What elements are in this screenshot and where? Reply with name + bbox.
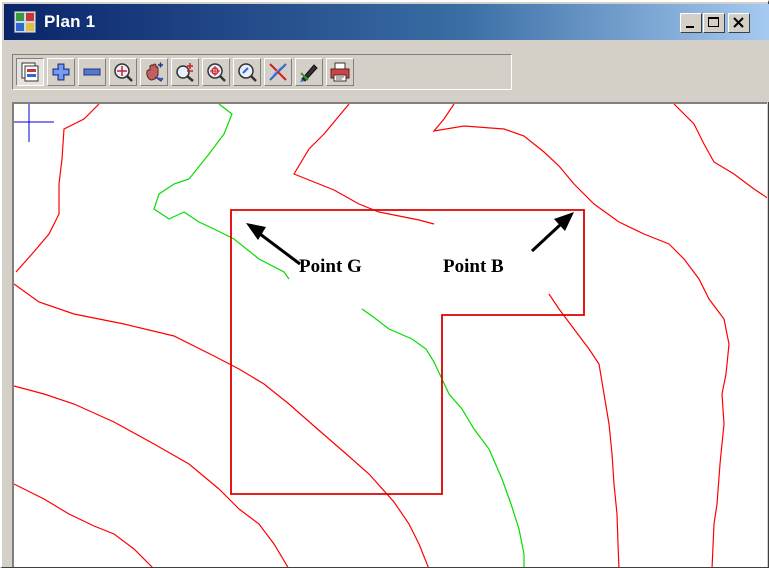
green-line-upper xyxy=(153,104,290,280)
contour-line-6 xyxy=(14,385,289,567)
magnifier-plusminus-icon xyxy=(176,63,194,82)
plan-window: Plan 1 Point G Point B xyxy=(0,0,769,568)
pan-button[interactable] xyxy=(140,58,168,86)
zoom-out-button[interactable] xyxy=(78,58,106,86)
printer-icon xyxy=(330,62,350,82)
green-lines xyxy=(153,104,525,567)
close-button[interactable] xyxy=(728,13,750,33)
toolbar xyxy=(4,40,769,102)
contour-line-4 xyxy=(673,104,767,199)
zoom-center-button[interactable] xyxy=(202,58,230,86)
contour-line-7 xyxy=(14,483,153,567)
zoom-in-button[interactable] xyxy=(47,58,75,86)
label-point-b: Point B xyxy=(443,256,504,277)
maximize-button[interactable] xyxy=(703,13,725,33)
cursor-crosshair xyxy=(14,104,54,142)
pen-icon xyxy=(300,64,318,82)
minimize-icon xyxy=(686,26,694,28)
green-line-lower xyxy=(361,308,525,567)
plot-button[interactable] xyxy=(326,58,354,86)
plan-drawing[interactable] xyxy=(14,104,767,567)
zoom-window-button[interactable] xyxy=(171,58,199,86)
maximize-icon xyxy=(708,17,719,27)
plan-app-icon xyxy=(14,11,36,33)
minimize-button[interactable] xyxy=(680,13,702,33)
title-bar[interactable]: Plan 1 xyxy=(4,4,769,40)
layers-icon xyxy=(21,62,39,82)
magnifier-target-icon xyxy=(207,63,226,82)
contour-line-1 xyxy=(15,104,100,273)
plus-icon xyxy=(52,63,70,81)
zoom-extent-button[interactable] xyxy=(109,58,137,86)
magnifier-icon xyxy=(238,63,257,82)
contour-line-8 xyxy=(548,293,620,567)
minus-icon xyxy=(83,68,101,76)
cross-snap-icon xyxy=(269,63,287,81)
contour-line-5 xyxy=(14,283,429,567)
contour-lines xyxy=(14,104,767,567)
zoom-previous-button[interactable] xyxy=(233,58,261,86)
label-point-g: Point G xyxy=(299,256,362,277)
arrow-point-g xyxy=(246,223,301,266)
plan-canvas[interactable]: Point G Point B xyxy=(12,102,767,567)
plot-views-button[interactable] xyxy=(16,58,44,86)
window-title: Plan 1 xyxy=(44,12,96,31)
snap-button[interactable] xyxy=(264,58,292,86)
close-icon xyxy=(733,17,744,28)
pick-button[interactable] xyxy=(295,58,323,86)
magnifier-extent-icon xyxy=(114,63,133,82)
arrow-point-b xyxy=(530,212,574,253)
contour-line-3 xyxy=(432,104,730,567)
contour-line-2 xyxy=(293,104,435,225)
hand-icon xyxy=(146,62,164,82)
